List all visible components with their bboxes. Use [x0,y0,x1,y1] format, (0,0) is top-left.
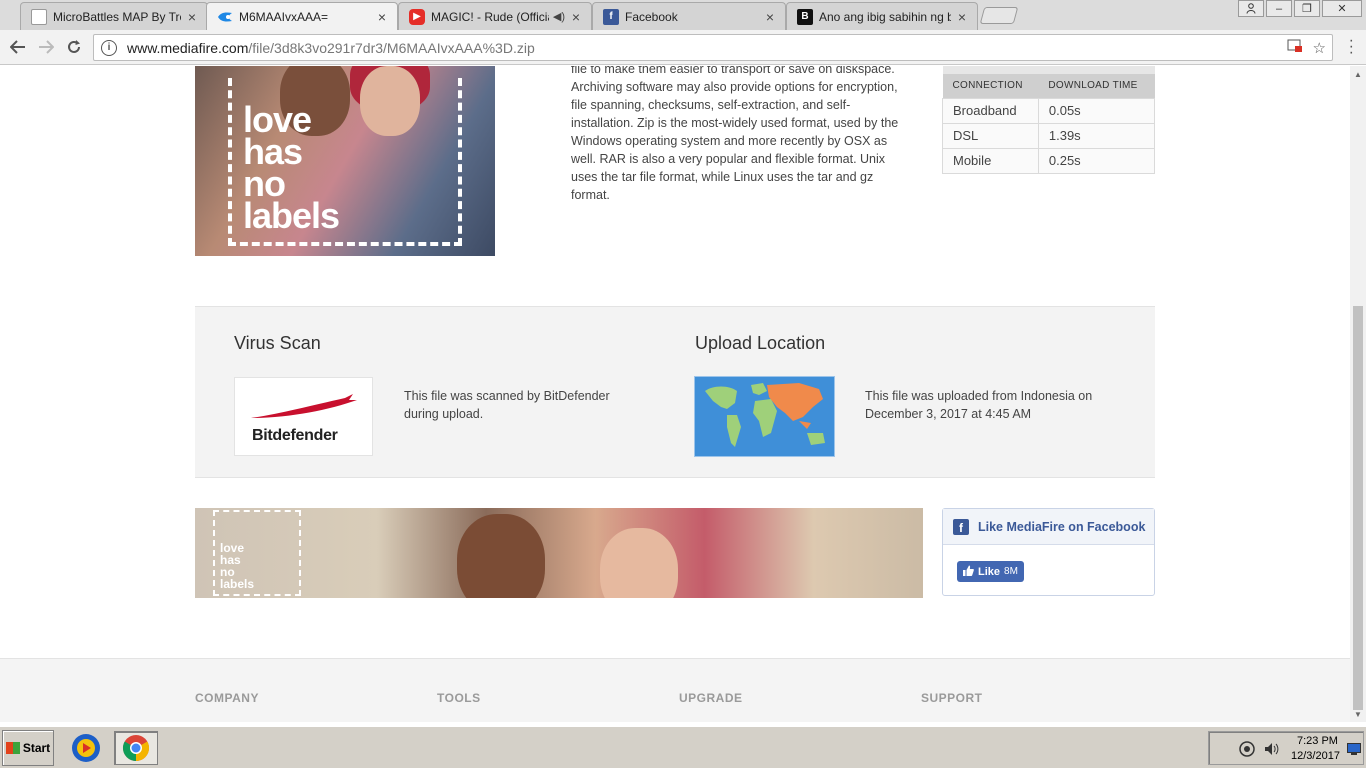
world-map-icon [705,383,825,447]
tab-title: MAGIC! - Rude (Official [431,9,549,24]
table-row: DSL 1.39s [942,122,1156,149]
love-has-no-labels-logo: love has no labels [243,99,340,236]
tab-strip: MicroBattles MAP By Trenzk × M6MAAIvxAAA… [0,0,1366,31]
forward-button[interactable] [33,35,59,59]
bitdefender-wordmark: Bitdefender [252,427,338,444]
tab-facebook[interactable]: f Facebook × [592,2,786,30]
back-button[interactable] [5,35,31,59]
facebook-like-header[interactable]: f Like MediaFire on Facebook [943,509,1154,545]
brainly-icon: B [797,8,813,25]
upload-location-title: Upload Location [695,333,826,353]
tab-microbattles[interactable]: MicroBattles MAP By Trenzk × [20,2,208,30]
close-icon[interactable]: × [375,9,389,25]
page-viewport: love has no labels file to make them eas… [0,66,1350,722]
clock-time[interactable]: 7:23 PM [1297,735,1338,747]
system-tray: 7:23 PM 12/3/2017 [1208,731,1364,765]
connection-cell: Mobile [942,147,1039,174]
info-icon[interactable]: i [101,39,117,56]
page-footer: COMPANY TOOLS UPGRADE SUPPORT [0,658,1350,722]
footer-support-heading: SUPPORT [921,691,983,705]
connection-cell: Broadband [942,97,1039,124]
tab-brainly[interactable]: B Ano ang ibig sabihin ng bala × [786,2,978,30]
love-has-no-labels-logo: love has no labels [220,541,255,591]
bitdefender-swoosh-icon [251,394,357,418]
bitdefender-logo: Bitdefender [234,377,373,456]
tab-title: Facebook [625,9,678,24]
footer-tools-heading: TOOLS [437,691,481,705]
tab-youtube[interactable]: ▶ MAGIC! - Rude (Official ◀) × [398,2,592,30]
start-button[interactable]: Start [2,730,54,766]
tab-title: MicroBattles MAP By Trenzk [53,9,181,24]
scrollbar-thumb[interactable] [1353,306,1363,710]
connection-cell: DSL [942,122,1039,149]
close-window-button[interactable]: ✕ [1322,0,1362,17]
media-player-icon[interactable] [64,731,108,765]
close-icon[interactable]: × [955,9,969,25]
column-header: DOWNLOAD TIME [1038,74,1155,98]
taskbar: Start 7:23 PM 12/3/2017 [0,726,1366,768]
time-cell: 0.05s [1037,97,1156,124]
footer-upgrade-heading: UPGRADE [679,691,743,705]
volume-icon[interactable] [1263,741,1279,762]
tab-mediafire[interactable]: M6MAAIvxAAA= × [206,2,398,31]
hero-image: love has no labels [195,66,495,256]
network-icon[interactable] [1239,741,1255,762]
like-count: 8M [1004,566,1018,577]
reload-button[interactable] [61,35,87,59]
minimize-button[interactable]: – [1266,0,1292,17]
browser-toolbar: i www.mediafire.com/file/3d8k3vo291r7dr3… [0,30,1366,65]
scan-location-section: Virus Scan Bitdefender This file was sca… [195,306,1155,478]
address-bar[interactable]: i www.mediafire.com/file/3d8k3vo291r7dr3… [93,34,1333,61]
close-icon[interactable]: × [185,9,199,25]
scroll-down-icon[interactable]: ▼ [1354,710,1362,719]
restore-button[interactable]: ❐ [1294,0,1320,17]
like-label: Like [978,565,1001,578]
facebook-like-title: Like MediaFire on Facebook [978,519,1146,534]
footer-company-heading: COMPANY [195,691,259,705]
upload-location-text: This file was uploaded from Indonesia on… [865,389,1093,421]
menu-icon[interactable]: · · · [1349,33,1354,61]
profile-icon[interactable] [1238,0,1264,17]
tab-title: Ano ang ibig sabihin ng bala [819,9,951,24]
file-type-description: file to make them easier to transport or… [571,66,899,202]
speaker-icon[interactable]: ◀) [553,10,565,23]
bookmark-star-icon[interactable]: ☆ [1313,39,1326,57]
time-cell: 1.39s [1037,122,1156,149]
url-host: www.mediafire.com [127,39,249,56]
table-row: Broadband 0.05s [942,97,1156,124]
chrome-icon [122,735,150,762]
column-header: CONNECTION [942,74,1039,98]
virus-scan-text: This file was scanned by BitDefender dur… [404,389,610,421]
show-desktop-icon[interactable] [1347,742,1361,760]
tab-title: M6MAAIvxAAA= [239,10,329,24]
windows-logo-icon [5,742,20,754]
chrome-taskbar-icon[interactable] [114,731,158,765]
close-icon[interactable]: × [763,9,777,25]
youtube-icon: ▶ [409,8,425,25]
love-has-no-labels-banner[interactable]: love has no labels [195,508,923,598]
mediafire-icon [217,9,233,25]
facebook-icon: f [603,8,619,25]
facebook-like-box: f Like MediaFire on Facebook Like 8M [942,508,1155,596]
start-label: Start [22,741,51,755]
world-map [694,376,835,457]
document-icon [31,8,47,25]
blocked-popup-icon[interactable] [1287,39,1303,57]
page-scrollbar[interactable]: ▲ ▼ [1350,66,1366,722]
thumbs-up-icon [963,565,974,579]
clock-date[interactable]: 12/3/2017 [1291,750,1340,762]
close-icon[interactable]: × [569,9,583,25]
download-time-table: CONNECTION DOWNLOAD TIME Broadband 0.05s… [942,66,1156,174]
virus-scan-title: Virus Scan [234,333,321,353]
time-cell: 0.25s [1037,147,1156,174]
facebook-icon: f [953,518,969,535]
new-tab-button[interactable] [979,7,1019,24]
table-row: Mobile 0.25s [942,147,1156,174]
url-path: /file/3d8k3vo291r7dr3/M6MAAIvxAAA%3D.zip [248,39,535,56]
facebook-like-button[interactable]: Like 8M [957,561,1024,582]
scroll-up-icon[interactable]: ▲ [1354,70,1362,79]
